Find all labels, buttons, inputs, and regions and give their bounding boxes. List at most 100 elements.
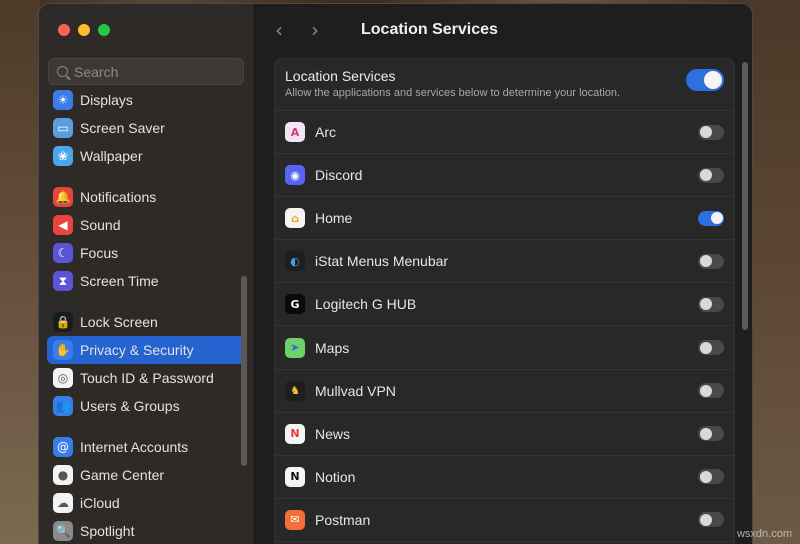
- location-toggle[interactable]: [698, 296, 724, 312]
- app-row-maps: ➤ Maps: [275, 326, 734, 370]
- bell-icon: 🔔: [53, 187, 73, 207]
- app-row-news: N News: [275, 413, 734, 456]
- postman-icon: ✉: [285, 509, 305, 530]
- logitech-icon: G: [285, 294, 305, 315]
- sidebar-item-label: Screen Time: [80, 273, 159, 289]
- sidebar-item-label: Internet Accounts: [80, 439, 189, 455]
- sidebar-list: ☀ Displays ▭ Screen Saver ❀ Wallpaper 🔔 Notific…: [47, 86, 247, 544]
- app-name: iStat Menus Menubar: [315, 253, 449, 270]
- location-toggle[interactable]: [698, 124, 724, 140]
- toggle-knob: [699, 255, 712, 268]
- close-button[interactable]: [58, 24, 70, 36]
- sidebar-item-label: Screen Saver: [80, 120, 165, 136]
- sidebar-scrollbar[interactable]: [241, 276, 247, 466]
- magnifier-icon: 🔍: [53, 521, 73, 541]
- sidebar-item-internet-accounts[interactable]: @ Internet Accounts: [47, 433, 247, 461]
- toggle-knob: [699, 470, 712, 483]
- lock-icon: 🔒: [53, 312, 73, 332]
- location-toggle[interactable]: [698, 383, 724, 399]
- sidebar: ☀ Displays ▭ Screen Saver ❀ Wallpaper 🔔 Notific…: [39, 4, 255, 544]
- app-row-postman: ✉ Postman: [275, 499, 734, 542]
- news-icon: N: [285, 423, 305, 444]
- app-row-logitech-g-hub: G Logitech G HUB: [275, 283, 734, 327]
- sidebar-item-lock-screen[interactable]: 🔒 Lock Screen: [47, 308, 247, 336]
- app-list: A Arc ◉ Discord ⌂ Home ◐ iStat Menus Menubar G Lo…: [275, 111, 734, 542]
- location-toggle[interactable]: [698, 253, 724, 269]
- page-title: Location Services: [361, 21, 498, 38]
- content-scrollbar[interactable]: [742, 62, 748, 330]
- toggle-knob: [704, 71, 722, 89]
- location-toggle[interactable]: [698, 210, 724, 226]
- location-toggle[interactable]: [698, 340, 724, 356]
- sidebar-item-spotlight[interactable]: 🔍 Spotlight: [47, 517, 247, 544]
- speaker-icon: ◀: [53, 215, 73, 235]
- sidebar-item-wallpaper[interactable]: ❀ Wallpaper: [47, 142, 247, 170]
- sidebar-item-label: Spotlight: [80, 523, 135, 539]
- location-toggle[interactable]: [698, 512, 724, 528]
- app-row-discord: ◉ Discord: [275, 154, 734, 198]
- sidebar-item-users-groups[interactable]: 👥 Users & Groups: [47, 392, 247, 420]
- sidebar-item-sound[interactable]: ◀ Sound: [47, 211, 247, 239]
- sidebar-item-screen-saver[interactable]: ▭ Screen Saver: [47, 114, 247, 142]
- app-row-mullvad-vpn: ♞ Mullvad VPN: [275, 370, 734, 413]
- toggle-knob: [699, 126, 712, 139]
- home-icon: ⌂: [285, 208, 305, 229]
- search-field[interactable]: [48, 58, 244, 85]
- toggle-knob: [710, 212, 723, 225]
- app-name: Postman: [315, 511, 371, 528]
- sidebar-item-label: Game Center: [80, 467, 165, 483]
- sidebar-item-notifications[interactable]: 🔔 Notifications: [47, 183, 247, 211]
- location-toggle[interactable]: [698, 167, 724, 183]
- sidebar-item-label: iCloud: [80, 495, 120, 511]
- toggle-knob: [699, 384, 712, 397]
- app-row-arc: A Arc: [275, 111, 734, 155]
- master-description: Allow the applications and services belo…: [285, 87, 621, 99]
- forward-button[interactable]: ›: [311, 18, 347, 42]
- sidebar-item-label: Displays: [80, 92, 133, 108]
- sidebar-item-focus[interactable]: ☾ Focus: [47, 239, 247, 267]
- location-toggle[interactable]: [698, 469, 724, 485]
- toggle-knob: [699, 341, 712, 354]
- zoom-button[interactable]: [98, 24, 110, 36]
- desktop-wallpaper-right: [750, 0, 800, 544]
- main-content: ‹ › Location Services Location Services …: [255, 4, 752, 544]
- istat-icon: ◐: [285, 251, 305, 272]
- minimize-button[interactable]: [78, 24, 90, 36]
- settings-window: ☀ Displays ▭ Screen Saver ❀ Wallpaper 🔔 Notific…: [38, 3, 753, 544]
- sidebar-item-icloud[interactable]: ☁ iCloud: [47, 489, 247, 517]
- sidebar-item-game-center[interactable]: ● Game Center: [47, 461, 247, 489]
- sun-icon: ☀: [53, 90, 73, 110]
- sidebar-item-screen-time[interactable]: ⧗ Screen Time: [47, 267, 247, 295]
- sidebar-separator: [47, 170, 247, 183]
- fingerprint-icon: ◎: [53, 368, 73, 388]
- arc-icon: A: [285, 122, 305, 143]
- app-name: Arc: [315, 124, 336, 141]
- back-button[interactable]: ‹: [275, 18, 311, 42]
- sidebar-separator: [47, 420, 247, 433]
- moon-icon: ☾: [53, 243, 73, 263]
- sidebar-item-label: Lock Screen: [80, 314, 158, 330]
- notion-icon: N: [285, 466, 305, 487]
- watermark: wsxdn.com: [736, 528, 792, 540]
- sidebar-item-touch-id-password[interactable]: ◎ Touch ID & Password: [47, 364, 247, 392]
- location-toggle[interactable]: [698, 426, 724, 442]
- app-name: Discord: [315, 167, 363, 184]
- sidebar-item-privacy-security[interactable]: ✋ Privacy & Security: [47, 336, 247, 364]
- search-input[interactable]: [74, 63, 234, 80]
- cloud-icon: ☁: [53, 493, 73, 513]
- sidebar-item-displays[interactable]: ☀ Displays: [47, 86, 247, 114]
- app-name: Notion: [315, 468, 356, 485]
- sidebar-item-label: Users & Groups: [80, 398, 180, 414]
- location-services-master-row: Location Services Allow the applications…: [275, 59, 734, 111]
- toggle-knob: [699, 427, 712, 440]
- app-name: Mullvad VPN: [315, 382, 396, 399]
- location-services-toggle[interactable]: [686, 69, 724, 91]
- hourglass-icon: ⧗: [53, 271, 73, 291]
- master-title: Location Services: [285, 68, 396, 84]
- toolbar: ‹ › Location Services: [255, 4, 752, 56]
- screen-saver-icon: ▭: [53, 118, 73, 138]
- maps-icon: ➤: [285, 337, 305, 358]
- sidebar-item-label: Wallpaper: [80, 148, 143, 164]
- toggle-knob: [699, 513, 712, 526]
- at-icon: @: [53, 437, 73, 457]
